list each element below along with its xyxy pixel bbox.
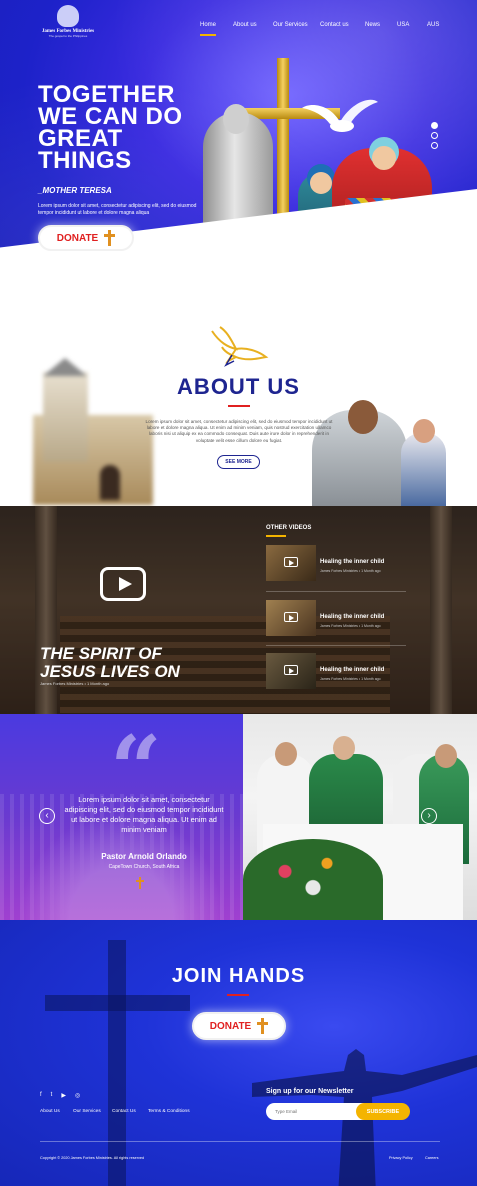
- cross-silhouette: [45, 995, 190, 1011]
- nav-services[interactable]: Our Services: [273, 22, 308, 28]
- facebook-icon[interactable]: f: [40, 1092, 42, 1099]
- slider-dot[interactable]: [431, 142, 438, 149]
- dove-icon: [302, 99, 378, 132]
- testimonial-name: Pastor Arnold Orlando: [101, 852, 187, 861]
- nav-contact[interactable]: Contact us: [320, 22, 349, 28]
- join-title: JOIN HANDS: [171, 965, 306, 987]
- slider-dots: [431, 122, 438, 152]
- other-videos-heading: OTHER VIDEOS: [266, 525, 312, 531]
- footer-link-terms[interactable]: Terms & Conditions: [148, 1109, 190, 1114]
- hero-donate-button[interactable]: DONATE: [38, 225, 134, 251]
- about-text: Lorem ipsum dolor sit amet, consectetur …: [145, 419, 333, 443]
- other-video-item[interactable]: Healing the inner child James Forbes Min…: [266, 545, 416, 585]
- cross-icon: [257, 1018, 269, 1034]
- subscribe-button[interactable]: SUBSCRIBE: [356, 1103, 410, 1120]
- other-video-meta: James Forbes Ministries • 1 Month ago: [320, 569, 381, 573]
- footer-link-contact[interactable]: Contact Us: [112, 1109, 136, 1114]
- other-video-meta: James Forbes Ministries • 1 Month ago: [320, 677, 381, 681]
- video-title: THE SPIRIT OF JESUS LIVES ON: [40, 645, 180, 681]
- about-section: [0, 320, 477, 506]
- other-video-title: Healing the inner child: [320, 559, 385, 565]
- slider-dot[interactable]: [431, 122, 438, 129]
- flowers: [243, 839, 383, 920]
- join-section: [0, 920, 477, 1186]
- heading-underline: [266, 535, 286, 537]
- donate-label: DONATE: [56, 232, 99, 244]
- copyright: Copyright © 2020 James Forbes Ministries…: [40, 1156, 145, 1160]
- donate-label: DONATE: [209, 1020, 252, 1032]
- video-title-line: JESUS LIVES ON: [40, 662, 180, 681]
- divider: [266, 591, 406, 592]
- instagram-icon[interactable]: ◎: [75, 1092, 80, 1099]
- priest-with-child-image: [306, 398, 477, 506]
- quote-icon: “: [110, 716, 162, 822]
- other-video-item[interactable]: Healing the inner child James Forbes Min…: [266, 600, 416, 640]
- divider: [266, 645, 406, 646]
- privacy-link[interactable]: Privacy Policy: [389, 1156, 413, 1160]
- testimonial-text: Lorem ipsum dolor sit amet, consectetur …: [64, 795, 224, 834]
- see-more-button[interactable]: SEE MORE: [217, 455, 260, 469]
- nav-usa[interactable]: USA: [397, 22, 409, 28]
- nav-news[interactable]: News: [365, 22, 380, 28]
- video-thumbnail: [266, 653, 316, 689]
- careers-link[interactable]: Careers: [425, 1156, 439, 1160]
- hero-author: _MOTHER TERESA: [38, 186, 112, 195]
- title-underline: [228, 405, 250, 407]
- footer-link-services[interactable]: Our Services: [73, 1109, 101, 1114]
- prev-arrow-icon[interactable]: ‹: [39, 808, 55, 824]
- play-icon: [284, 665, 298, 675]
- youtube-icon[interactable]: ▶: [61, 1092, 66, 1099]
- worship-photo: [243, 714, 477, 920]
- video-meta: James Forbes Ministries • 1 Month ago: [40, 681, 110, 686]
- nav-home[interactable]: Home: [200, 22, 217, 36]
- join-donate-button[interactable]: DONATE: [192, 1012, 286, 1040]
- slider-dot[interactable]: [431, 132, 438, 139]
- social-links: f t ▶ ◎: [40, 1092, 89, 1099]
- video-title-line: THE SPIRIT OF: [40, 644, 162, 663]
- other-video-title: Healing the inner child: [320, 614, 385, 620]
- hero-title-line: THINGS: [38, 147, 132, 174]
- other-video-title: Healing the inner child: [320, 667, 385, 673]
- nav-aus[interactable]: AUS: [427, 22, 439, 28]
- other-video-item[interactable]: Healing the inner child James Forbes Min…: [266, 653, 416, 693]
- testimonial-place: CapeTown Church, South Africa: [108, 864, 180, 870]
- logo[interactable]: James Forbes Ministries The gospel to th…: [38, 5, 98, 45]
- newsletter-title: Sign up for our Newsletter: [266, 1088, 354, 1095]
- other-video-meta: James Forbes Ministries • 1 Month ago: [320, 624, 381, 628]
- cross-icon: [136, 877, 144, 889]
- next-arrow-icon[interactable]: ›: [421, 808, 437, 824]
- play-icon: [284, 612, 298, 622]
- nav-about[interactable]: About us: [233, 22, 257, 28]
- video-thumbnail: [266, 545, 316, 581]
- footer-divider: [40, 1141, 440, 1142]
- hero-title: TOGETHER WE CAN DO GREAT THINGS: [38, 83, 183, 174]
- cross-icon: [104, 230, 116, 246]
- logo-emblem-icon: [57, 5, 79, 27]
- video-thumbnail: [266, 600, 316, 636]
- newsletter-email-input[interactable]: [266, 1103, 366, 1120]
- top-nav: James Forbes Ministries The gospel to th…: [0, 0, 477, 56]
- title-underline: [227, 994, 249, 996]
- dove-outline-icon: [211, 326, 269, 367]
- hero-text: Lorem ipsum dolor sit amet, consectetur …: [38, 203, 197, 216]
- logo-tagline: The gospel to the Philippines: [48, 34, 88, 38]
- footer-link-about[interactable]: About Us: [40, 1109, 60, 1114]
- play-icon: [284, 557, 298, 567]
- play-video-icon[interactable]: [100, 567, 146, 601]
- about-title: ABOUT US: [177, 374, 300, 399]
- twitter-icon[interactable]: t: [51, 1092, 53, 1099]
